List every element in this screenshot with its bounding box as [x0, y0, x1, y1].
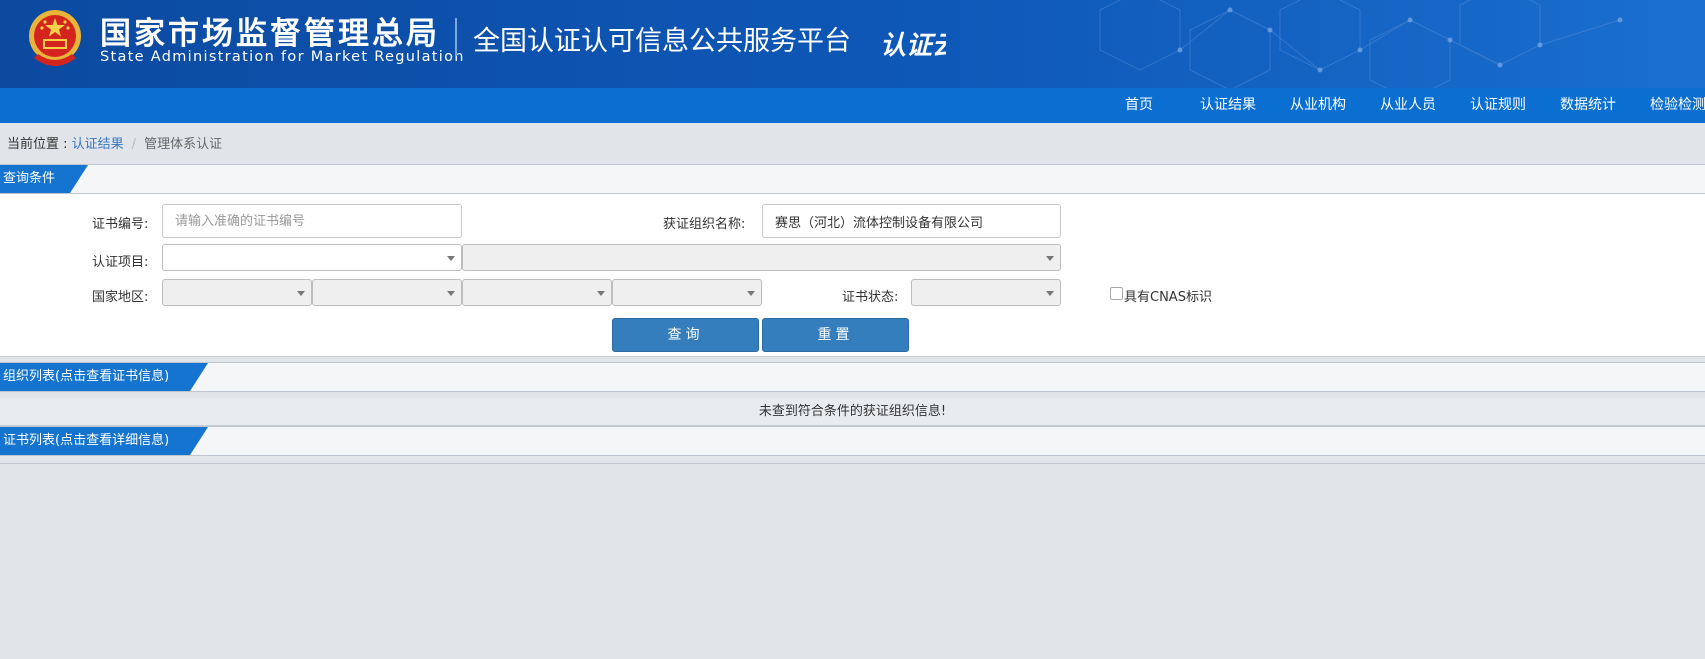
cert-subproject-select[interactable] [462, 244, 1061, 271]
nav-practitioners[interactable]: 从业人员 [1380, 88, 1436, 123]
svg-text:认证云: 认证云 [880, 31, 946, 61]
chevron-down-icon [297, 291, 305, 296]
chevron-down-icon [1046, 256, 1054, 261]
chevron-down-icon [447, 256, 455, 261]
chevron-down-icon [1046, 291, 1054, 296]
header-divider [455, 18, 457, 56]
nav-inspection[interactable]: 检验检测 [1650, 88, 1705, 123]
renzheng-yun-logo: 认证云 [880, 31, 946, 61]
cert-project-label: 认证项目: [92, 255, 149, 270]
region-label: 国家地区: [92, 290, 149, 305]
chevron-down-icon [447, 291, 455, 296]
chevron-down-icon [747, 291, 755, 296]
org-list-section-title: 组织列表(点击查看证书信息) [3, 369, 170, 384]
org-list-section-tag: 组织列表(点击查看证书信息) [0, 363, 208, 391]
platform-title: 全国认证认可信息公共服务平台 [473, 26, 851, 57]
nav-home[interactable]: 首页 [1125, 88, 1153, 123]
breadcrumb-label: 当前位置 : [7, 137, 72, 152]
content-bottom-border [0, 463, 1705, 464]
region-city-select[interactable] [462, 279, 612, 306]
org-list-section-bar: 组织列表(点击查看证书信息) [0, 362, 1705, 392]
national-emblem-icon [29, 10, 81, 66]
region-district-select[interactable] [612, 279, 762, 306]
breadcrumb-link-cert-results[interactable]: 认证结果 [72, 137, 124, 152]
cert-status-label: 证书状态: [842, 290, 899, 305]
query-section-title: 查询条件 [3, 171, 56, 186]
hexagon-pattern-decoration [1099, 0, 1623, 88]
cert-list-section-title: 证书列表(点击查看详细信息) [3, 433, 170, 448]
cert-no-input[interactable] [162, 204, 462, 238]
cert-list-section-bar: 证书列表(点击查看详细信息) [0, 426, 1705, 456]
breadcrumb-separator: / [131, 137, 137, 152]
breadcrumb-current: 管理体系认证 [144, 137, 223, 152]
org-name-cn: 国家市场监督管理总局 [100, 16, 440, 52]
cert-list-section-tag: 证书列表(点击查看详细信息) [0, 427, 208, 455]
cert-no-label: 证书编号: [92, 217, 149, 232]
org-name-en: State Administration for Market Regulati… [100, 49, 465, 65]
cert-project-select[interactable] [162, 244, 462, 271]
query-section-tag: 查询条件 [0, 165, 88, 193]
search-button[interactable]: 查询 [612, 318, 759, 352]
query-section-bar: 查询条件 [0, 164, 1705, 194]
region-country-select[interactable] [162, 279, 312, 306]
nav-cert-rules[interactable]: 认证规则 [1470, 88, 1526, 123]
cnas-checkbox[interactable] [1110, 287, 1123, 300]
nav-cert-results[interactable]: 认证结果 [1200, 88, 1256, 123]
org-list-empty-message: 未查到符合条件的获证组织信息! [0, 398, 1705, 426]
chevron-down-icon [597, 291, 605, 296]
query-panel: 证书编号: 获证组织名称: 认证项目: 国家地区: 证书状态: 具有CNAS标识… [0, 194, 1705, 357]
breadcrumb: 当前位置 : 认证结果 / 管理体系认证 [7, 133, 222, 152]
site-header: 国家市场监督管理总局 State Administration for Mark… [0, 0, 1705, 88]
main-nav: 首页 认证结果 从业机构 从业人员 认证规则 数据统计 检验检测 [0, 88, 1705, 123]
org-name-label: 获证组织名称: [663, 217, 746, 232]
nav-statistics[interactable]: 数据统计 [1560, 88, 1616, 123]
nav-institutions[interactable]: 从业机构 [1290, 88, 1346, 123]
org-name-input[interactable] [762, 204, 1061, 238]
reset-button[interactable]: 重置 [762, 318, 909, 352]
region-province-select[interactable] [312, 279, 462, 306]
cnas-label: 具有CNAS标识 [1124, 290, 1212, 305]
cert-status-select[interactable] [911, 279, 1061, 306]
